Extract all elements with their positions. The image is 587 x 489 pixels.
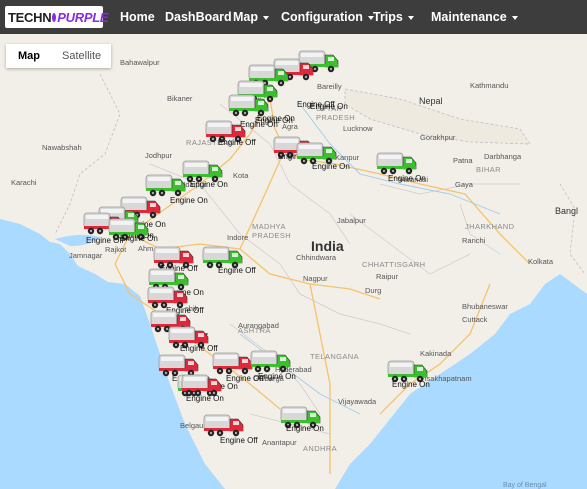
truck-marker[interactable] <box>203 410 245 438</box>
city-kathmandu: Kathmandu <box>470 81 509 90</box>
city-kanpur: Kanpur <box>335 153 360 162</box>
city-bhubaneswar: Bhubaneswar <box>462 302 508 311</box>
state-label-andhra: ANDHRA <box>303 444 338 453</box>
fleet-map[interactable]: Map Satellite India Nepal Bangl Bay of B… <box>0 34 587 489</box>
brand-text-1: TECHN <box>8 9 52 25</box>
city-cuttack: Cuttack <box>462 315 488 324</box>
truck-marker[interactable] <box>228 90 270 118</box>
brand-text-2: PURPLE <box>57 9 109 25</box>
city-kota: Kota <box>233 171 249 180</box>
truck-status-label: Engine On <box>190 180 228 189</box>
nav-configuration[interactable]: Configuration <box>281 10 374 24</box>
city-anantapur: Anantapur <box>262 438 297 447</box>
chevron-down-icon <box>511 15 518 20</box>
city-durg: Durg <box>365 286 382 295</box>
truck-marker[interactable] <box>250 346 292 374</box>
city-chhindwara: Chhindwara <box>296 253 337 262</box>
city-gaya: Gaya <box>455 180 473 189</box>
gear-logo-icon <box>52 12 57 22</box>
truck-status-label: Engine On <box>312 162 350 171</box>
truck-icon <box>228 94 269 117</box>
city-karachi: Karachi <box>11 178 37 187</box>
truck-status-label: Engine Off <box>220 436 258 445</box>
truck-status-label: Engine Off <box>218 266 256 275</box>
truck-status-label: Engine On <box>258 372 296 381</box>
nav-map[interactable]: Map <box>233 10 269 24</box>
chevron-down-icon <box>407 15 414 20</box>
city-raipur: Raipur <box>376 272 399 281</box>
state-label-jharkhand: JHARKHAND <box>465 222 515 231</box>
nav-map-label: Map <box>233 10 258 24</box>
map-type-satellite-button[interactable]: Satellite <box>52 44 111 68</box>
state-label-chhattisgarh: CHHATTISGARH <box>362 260 426 269</box>
nav-configuration-label: Configuration <box>281 10 363 24</box>
truck-status-label: Engine On <box>392 380 430 389</box>
country-nepal-label: Nepal <box>419 96 443 106</box>
truck-status-label: Engine On <box>186 394 224 403</box>
truck-marker[interactable] <box>376 148 418 176</box>
state-label-bihar: BIHAR <box>476 165 501 174</box>
city-bahawalpur: Bahawalpur <box>120 58 160 67</box>
truck-icon <box>376 152 417 175</box>
city-nagpur: Nagpur <box>303 274 328 283</box>
state-label-mp-2: PRADESH <box>252 231 292 240</box>
nav-trips[interactable]: Trips <box>373 10 414 24</box>
city-patna: Patna <box>453 156 473 165</box>
state-label-telangana: TELANGANA <box>310 352 360 361</box>
city-indore: Indore <box>227 233 249 242</box>
truck-status-label: Engine Off <box>297 100 335 109</box>
chevron-down-icon <box>263 15 269 20</box>
city-vijayawada: Vijayawada <box>338 397 377 406</box>
top-navbar: TECHN PURPLE Home DashBoard Map Configura… <box>0 0 587 34</box>
city-bareilly: Bareilly <box>317 82 342 91</box>
truck-status-label: Engine On <box>170 196 208 205</box>
city-jodhpur: Jodhpur <box>145 151 173 160</box>
city-ranchi: Ranchi <box>462 236 486 245</box>
truck-status-label: Engine On <box>388 174 426 183</box>
nav-dashboard[interactable]: DashBoard <box>165 10 232 24</box>
city-ahmedabad: Ahm <box>138 244 154 253</box>
map-type-control: Map Satellite <box>6 44 112 68</box>
nav-home[interactable]: Home <box>120 10 155 24</box>
map-type-map-button[interactable]: Map <box>6 44 52 68</box>
state-label-up-2: PRADESH <box>316 113 356 122</box>
truck-status-label: Engine Off <box>218 138 256 147</box>
truck-icon <box>250 350 291 373</box>
nav-trips-label: Trips <box>373 10 403 24</box>
city-jabalpur: Jabalpur <box>337 216 366 225</box>
truck-icon <box>203 414 244 437</box>
truck-status-label: Engine On <box>286 424 324 433</box>
city-aurangabad: Aurangabad <box>238 321 279 330</box>
brand-logo[interactable]: TECHN PURPLE <box>5 6 109 28</box>
city-lucknow: Lucknow <box>343 124 373 133</box>
sea-label: Bay of Bengal <box>503 482 547 489</box>
country-label: India <box>311 238 344 254</box>
city-gorakhpur: Gorakhpur <box>420 133 456 142</box>
country-bangladesh-label: Bangl <box>555 206 579 216</box>
city-bikaner: Bikaner <box>167 94 193 103</box>
state-label-mp: MADHYA <box>252 222 286 231</box>
city-darbhanga: Darbhanga <box>484 152 522 161</box>
city-kolkata: Kolkata <box>528 257 554 266</box>
city-jamnagar: Jamnagar <box>69 251 103 260</box>
city-nawabshah: Nawabshah <box>42 143 82 152</box>
nav-maintenance[interactable]: Maintenance <box>431 10 518 24</box>
nav-maintenance-label: Maintenance <box>431 10 507 24</box>
city-rajkot: Rajkot <box>105 245 127 254</box>
